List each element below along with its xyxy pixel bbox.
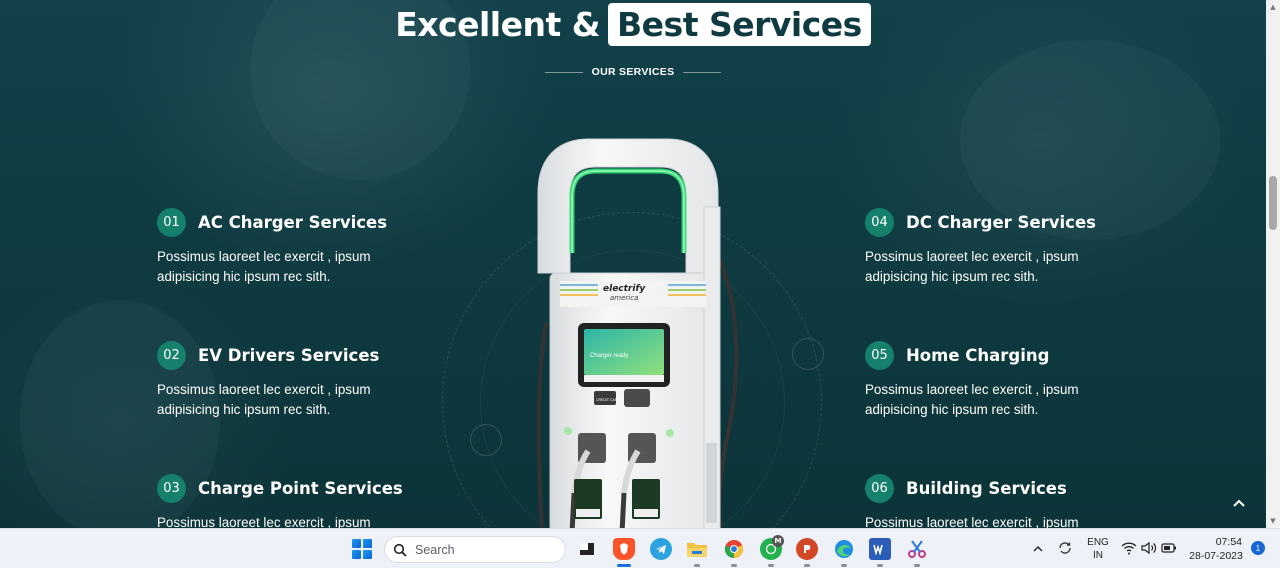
clock-date: 28-07-2023 bbox=[1189, 550, 1243, 562]
volume-icon[interactable] bbox=[1140, 539, 1158, 557]
decorative-dot bbox=[792, 338, 824, 370]
service-title[interactable]: Charge Point Services bbox=[198, 479, 403, 498]
notification-badge[interactable]: 1 bbox=[1251, 541, 1265, 555]
windows-start-icon[interactable] bbox=[352, 539, 372, 559]
running-app-indicator bbox=[694, 564, 700, 567]
scroll-up-arrow-icon[interactable]: ▲ bbox=[1266, 0, 1280, 14]
windows-taskbar: Search M ENG IN 07:54 28-07-2023 1 bbox=[0, 528, 1280, 568]
scrollbar-thumb[interactable] bbox=[1269, 176, 1277, 230]
service-number: 02 bbox=[157, 340, 186, 370]
edge-icon[interactable] bbox=[833, 538, 855, 560]
service-number: 03 bbox=[157, 473, 186, 503]
service-title[interactable]: DC Charger Services bbox=[906, 213, 1096, 232]
file-explorer-icon[interactable] bbox=[576, 538, 598, 560]
section-subtitle: OUR SERVICES bbox=[0, 66, 1266, 78]
card-reader bbox=[624, 389, 650, 407]
running-app-indicator bbox=[804, 564, 810, 567]
running-app-indicator bbox=[731, 564, 737, 567]
divider-line bbox=[544, 71, 583, 73]
active-app-indicator bbox=[617, 564, 631, 567]
whatsapp-badge: M bbox=[772, 535, 784, 547]
chevron-up-icon bbox=[1233, 499, 1245, 507]
service-number: 06 bbox=[865, 473, 894, 503]
service-card[interactable]: 05 Home Charging Possimus laoreet lec ex… bbox=[865, 340, 1125, 420]
service-title[interactable]: Building Services bbox=[906, 479, 1067, 498]
wifi-icon[interactable] bbox=[1120, 539, 1138, 557]
running-app-indicator bbox=[914, 564, 920, 567]
charger-cable bbox=[536, 322, 548, 528]
language-indicator[interactable]: ENG IN bbox=[1085, 536, 1111, 562]
folder-icon[interactable] bbox=[686, 538, 708, 560]
service-description: Possimus laoreet lec exercit , ipsum adi… bbox=[865, 382, 1079, 417]
service-description: Possimus laoreet lec exercit , ipsum adi… bbox=[157, 249, 371, 284]
chrome-icon[interactable] bbox=[723, 538, 745, 560]
service-description: Possimus laoreet lec exercit , ipsum bbox=[865, 515, 1079, 528]
scroll-down-arrow-icon[interactable]: ▼ bbox=[1266, 514, 1280, 528]
running-app-indicator bbox=[841, 564, 847, 567]
service-number: 01 bbox=[157, 207, 186, 237]
service-card[interactable]: 01 AC Charger Services Possimus laoreet … bbox=[157, 207, 417, 287]
clock[interactable]: 07:54 28-07-2023 bbox=[1186, 535, 1246, 563]
snipping-tool-icon[interactable] bbox=[906, 538, 928, 560]
credit-card-label: CREDIT CARD bbox=[596, 398, 620, 402]
web-page: Excellent & Best Services OUR SERVICES 01… bbox=[0, 0, 1266, 528]
heading-text: Excellent & bbox=[395, 5, 601, 44]
service-description: Possimus laoreet lec exercit , ipsum bbox=[157, 515, 371, 528]
powerpoint-icon[interactable] bbox=[796, 538, 818, 560]
section-heading: Excellent & Best Services bbox=[0, 3, 1266, 46]
service-card[interactable]: 02 EV Drivers Services Possimus laoreet … bbox=[157, 340, 417, 420]
service-card[interactable]: 06 Building Services Possimus laoreet le… bbox=[865, 473, 1125, 528]
search-placeholder: Search bbox=[415, 542, 455, 557]
service-card[interactable]: 03 Charge Point Services Possimus laoree… bbox=[157, 473, 417, 528]
brave-browser-icon[interactable] bbox=[613, 538, 635, 560]
scroll-to-top-button[interactable] bbox=[1226, 490, 1252, 516]
battery-icon[interactable] bbox=[1160, 539, 1178, 557]
charger-screen-text: Charger ready bbox=[590, 353, 628, 359]
vertical-scrollbar[interactable]: ▲ ▼ bbox=[1266, 0, 1280, 528]
language-code: ENG bbox=[1087, 537, 1109, 548]
decorative-dot bbox=[470, 424, 502, 456]
service-number: 05 bbox=[865, 340, 894, 370]
charger-brand-sub: america bbox=[610, 294, 638, 302]
service-number: 04 bbox=[865, 207, 894, 237]
ev-charger-image: electrify america Charger ready CREDIT C… bbox=[536, 138, 739, 528]
running-app-indicator bbox=[768, 564, 774, 567]
charger-glow-ring bbox=[569, 168, 687, 253]
search-icon bbox=[393, 543, 407, 557]
clock-time: 07:54 bbox=[1215, 536, 1242, 548]
service-description: Possimus laoreet lec exercit , ipsum adi… bbox=[157, 382, 371, 417]
service-card[interactable]: 04 DC Charger Services Possimus laoreet … bbox=[865, 207, 1125, 287]
service-title[interactable]: Home Charging bbox=[906, 346, 1049, 365]
telegram-icon[interactable] bbox=[650, 538, 672, 560]
charger-brand: electrify bbox=[603, 284, 646, 294]
divider-line bbox=[683, 71, 722, 73]
service-title[interactable]: AC Charger Services bbox=[198, 213, 387, 232]
heading-highlight: Best Services bbox=[608, 3, 871, 46]
taskbar-search-box[interactable]: Search bbox=[384, 536, 566, 563]
region-code: IN bbox=[1093, 550, 1103, 561]
sync-icon[interactable] bbox=[1056, 539, 1074, 557]
service-title[interactable]: EV Drivers Services bbox=[198, 346, 379, 365]
charger-arch bbox=[537, 138, 719, 274]
subtitle-text: OUR SERVICES bbox=[591, 66, 675, 78]
word-icon[interactable] bbox=[869, 538, 891, 560]
service-description: Possimus laoreet lec exercit , ipsum adi… bbox=[865, 249, 1079, 284]
show-hidden-icons-chevron-icon[interactable] bbox=[1030, 539, 1046, 557]
running-app-indicator bbox=[877, 564, 883, 567]
